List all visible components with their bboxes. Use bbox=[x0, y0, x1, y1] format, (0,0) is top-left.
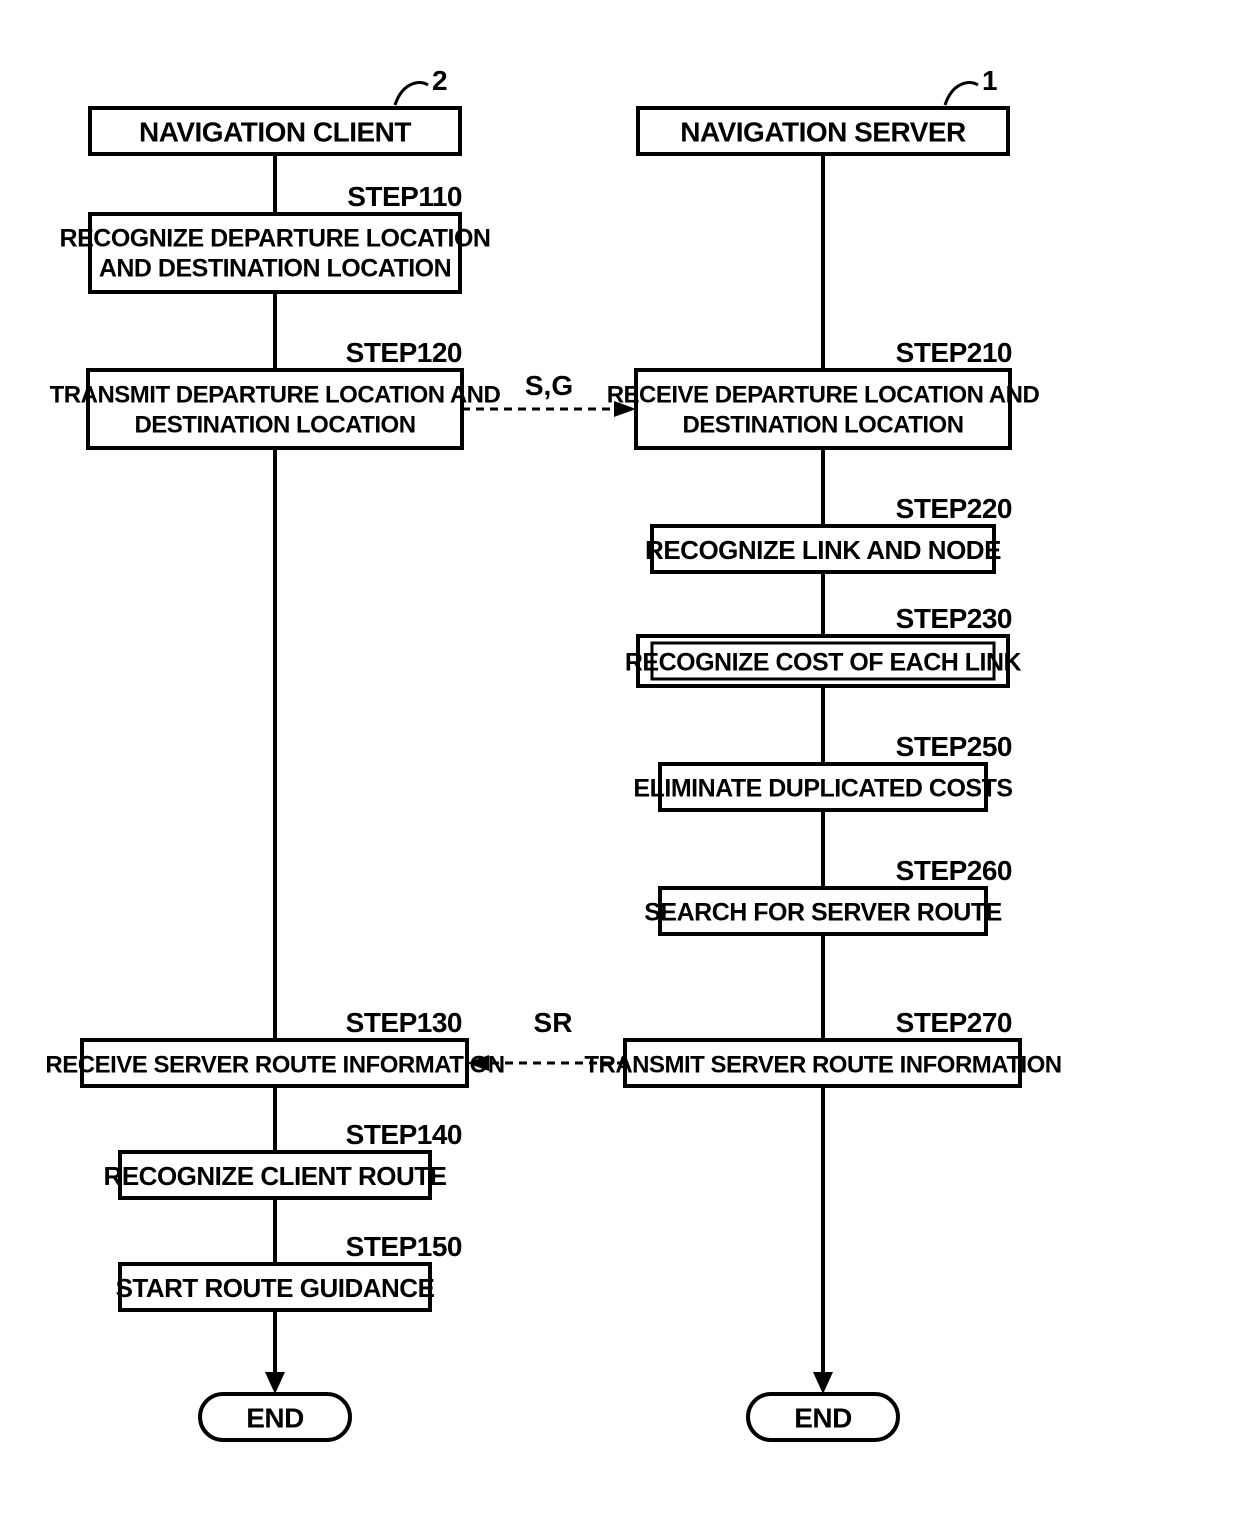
server-end-box: END bbox=[748, 1394, 898, 1440]
client-ref-marker: 2 bbox=[395, 65, 448, 105]
step110-box: RECOGNIZE DEPARTURE LOCATION AND DESTINA… bbox=[60, 214, 491, 292]
step270-line1: TRANSMIT SERVER ROUTE INFORMATION bbox=[584, 1051, 1061, 1078]
step220-box: RECOGNIZE LINK AND NODE bbox=[645, 526, 1001, 572]
client-end: END bbox=[246, 1402, 304, 1433]
step230-box: RECOGNIZE COST OF EACH LINK bbox=[625, 636, 1022, 686]
step210-line1: RECEIVE DEPARTURE LOCATION AND bbox=[607, 381, 1040, 408]
step110-line1: RECOGNIZE DEPARTURE LOCATION bbox=[60, 225, 491, 253]
step260-box: SEARCH FOR SERVER ROUTE bbox=[644, 888, 1002, 934]
step120-box: TRANSMIT DEPARTURE LOCATION AND DESTINAT… bbox=[50, 370, 501, 448]
server-title: NAVIGATION SERVER bbox=[680, 116, 966, 147]
step250-line1: ELIMINATE DUPLICATED COSTS bbox=[633, 775, 1012, 803]
server-end: END bbox=[794, 1402, 852, 1433]
client-end-box: END bbox=[200, 1394, 350, 1440]
step130-line1: RECEIVE SERVER ROUTE INFORMATION bbox=[45, 1051, 504, 1078]
client-ref: 2 bbox=[432, 65, 448, 96]
step220-label: STEP220 bbox=[896, 493, 1012, 524]
step120-label: STEP120 bbox=[346, 337, 462, 368]
step270-label: STEP270 bbox=[896, 1007, 1012, 1038]
step250-box: ELIMINATE DUPLICATED COSTS bbox=[633, 764, 1012, 810]
step230-label: STEP230 bbox=[896, 603, 1012, 634]
msg-sr-label: SR bbox=[534, 1007, 573, 1038]
step250-label: STEP250 bbox=[896, 731, 1012, 762]
client-title-box: NAVIGATION CLIENT bbox=[90, 108, 460, 154]
step210-label: STEP210 bbox=[896, 337, 1012, 368]
arrowhead-icon bbox=[265, 1372, 285, 1394]
flowchart: 2 NAVIGATION CLIENT STEP110 RECOGNIZE DE… bbox=[0, 0, 1240, 1517]
step110-label: STEP110 bbox=[347, 181, 462, 212]
step120-line2: DESTINATION LOCATION bbox=[134, 411, 415, 438]
step210-line2: DESTINATION LOCATION bbox=[682, 411, 963, 438]
client-title: NAVIGATION CLIENT bbox=[139, 116, 411, 147]
step140-line1: RECOGNIZE CLIENT ROUTE bbox=[104, 1161, 447, 1191]
step110-line2: AND DESTINATION LOCATION bbox=[99, 255, 451, 283]
step220-line1: RECOGNIZE LINK AND NODE bbox=[645, 535, 1001, 565]
step260-label: STEP260 bbox=[896, 855, 1012, 886]
step140-label: STEP140 bbox=[346, 1119, 462, 1150]
arrowhead-icon bbox=[813, 1372, 833, 1394]
step210-box: RECEIVE DEPARTURE LOCATION AND DESTINATI… bbox=[607, 370, 1040, 448]
step150-box: START ROUTE GUIDANCE bbox=[116, 1264, 435, 1310]
msg-sg-label: S,G bbox=[525, 370, 573, 401]
step270-box: TRANSMIT SERVER ROUTE INFORMATION bbox=[584, 1040, 1061, 1086]
step230-line1: RECOGNIZE COST OF EACH LINK bbox=[625, 649, 1022, 677]
server-ref: 1 bbox=[982, 65, 998, 96]
step130-box: RECEIVE SERVER ROUTE INFORMATION bbox=[45, 1040, 504, 1086]
step120-line1: TRANSMIT DEPARTURE LOCATION AND bbox=[50, 381, 501, 408]
step140-box: RECOGNIZE CLIENT ROUTE bbox=[104, 1152, 447, 1198]
server-title-box: NAVIGATION SERVER bbox=[638, 108, 1008, 154]
step130-label: STEP130 bbox=[346, 1007, 462, 1038]
server-ref-marker: 1 bbox=[945, 65, 998, 105]
step260-line1: SEARCH FOR SERVER ROUTE bbox=[644, 899, 1002, 927]
step150-label: STEP150 bbox=[346, 1231, 462, 1262]
step150-line1: START ROUTE GUIDANCE bbox=[116, 1273, 435, 1303]
